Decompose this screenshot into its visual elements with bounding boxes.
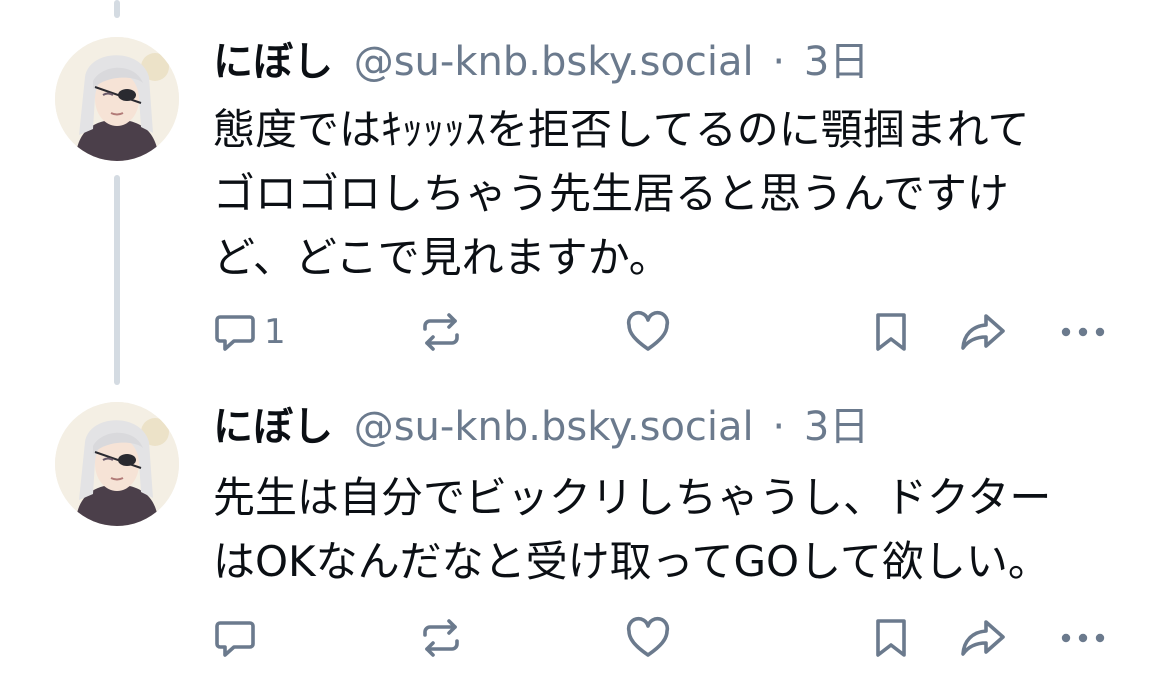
reply-icon	[215, 621, 255, 657]
share-button[interactable]	[958, 304, 1008, 360]
post-header: にぼし @su-knb.bsky.social · 3日	[213, 402, 869, 452]
more-icon	[1061, 327, 1105, 337]
post-actions: 1	[0, 304, 1170, 360]
post-text: 先生は自分でビックリしちゃうし、ドクター はOKなんだなと受け取ってGOして欲し…	[213, 466, 1133, 594]
reply-icon	[215, 315, 255, 351]
more-button[interactable]	[1058, 304, 1108, 360]
like-icon	[626, 310, 670, 351]
author-handle[interactable]: @su-knb.bsky.social	[354, 39, 754, 85]
post-text-line: はOKなんだなと受け取ってGOして欲しい。	[213, 537, 1050, 586]
post-text-line: ど、どこで見れますか。	[213, 233, 671, 282]
post-actions	[0, 610, 1170, 666]
like-button[interactable]	[625, 304, 671, 360]
separator-dot: ·	[772, 39, 786, 85]
bookmark-button[interactable]	[868, 304, 914, 360]
like-icon	[626, 616, 670, 657]
bookmark-icon	[876, 313, 906, 351]
repost-icon	[423, 619, 459, 657]
reply-count: 1	[264, 312, 286, 352]
post-text-line: 態度ではｷｯｯｯｽを拒否してるのに顎掴まれて	[213, 105, 1030, 154]
post-time[interactable]: 3日	[804, 404, 869, 450]
post-header: にぼし @su-knb.bsky.social · 3日	[213, 37, 869, 87]
post-2[interactable]: にぼし @su-knb.bsky.social · 3日 先生は自分でビックリし…	[0, 390, 1170, 699]
like-button[interactable]	[625, 610, 671, 666]
post-text-line: ゴロゴロしちゃう先生居ると思うんですけ	[213, 169, 1009, 218]
repost-button[interactable]	[418, 610, 464, 666]
avatar[interactable]	[55, 37, 179, 161]
avatar[interactable]	[55, 402, 179, 526]
author-name[interactable]: にぼし	[213, 39, 333, 85]
repost-icon	[423, 313, 459, 351]
reply-button[interactable]: 1	[212, 304, 286, 360]
separator-dot: ·	[772, 404, 786, 450]
share-icon	[961, 314, 1005, 350]
more-icon	[1061, 633, 1105, 643]
repost-button[interactable]	[418, 304, 464, 360]
more-button[interactable]	[1058, 610, 1108, 666]
bookmark-button[interactable]	[868, 610, 914, 666]
share-icon	[961, 620, 1005, 656]
post-1[interactable]: にぼし @su-knb.bsky.social · 3日 態度ではｷｯｯｯｽを拒…	[0, 0, 1170, 388]
post-text: 態度ではｷｯｯｯｽを拒否してるのに顎掴まれて ゴロゴロしちゃう先生居ると思うんで…	[213, 98, 1133, 290]
share-button[interactable]	[958, 610, 1008, 666]
post-text-line: 先生は自分でビックリしちゃうし、ドクター	[213, 473, 1052, 522]
author-name[interactable]: にぼし	[213, 404, 333, 450]
reply-button[interactable]	[212, 610, 264, 666]
post-time[interactable]: 3日	[804, 39, 869, 85]
author-handle[interactable]: @su-knb.bsky.social	[354, 404, 754, 450]
bookmark-icon	[876, 619, 906, 657]
